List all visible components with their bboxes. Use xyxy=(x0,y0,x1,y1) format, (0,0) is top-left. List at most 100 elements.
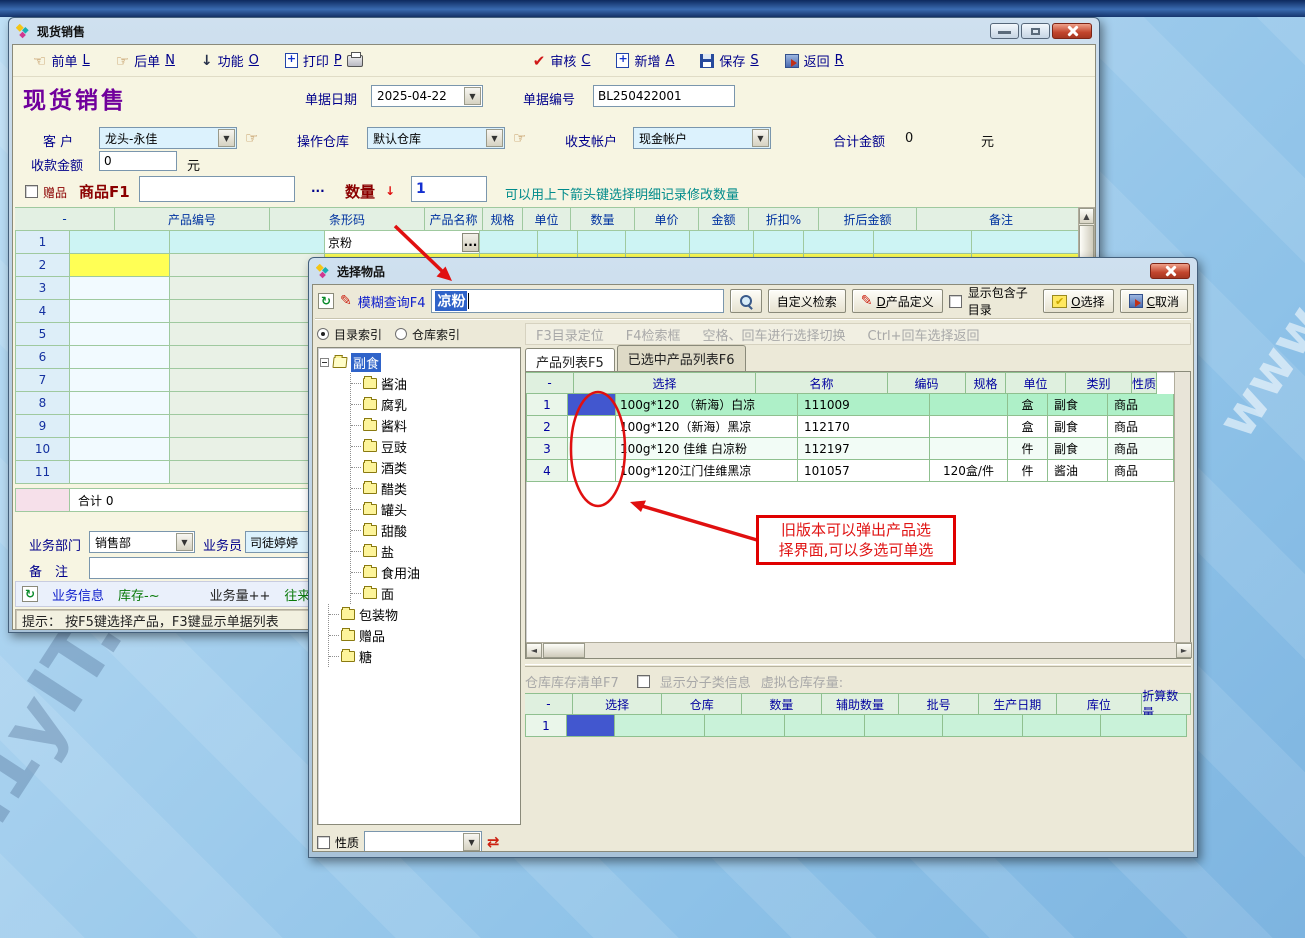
product-list-vscrollbar[interactable] xyxy=(1174,372,1190,642)
column-header: 备注 xyxy=(917,207,1086,231)
scroll-right-icon[interactable]: ► xyxy=(1176,643,1192,658)
tab-selected-list[interactable]: 已选中产品列表F6 xyxy=(617,345,746,371)
tree-item[interactable]: 酒类 xyxy=(351,457,518,478)
quantity-label: 数量 xyxy=(345,181,375,202)
close-button[interactable] xyxy=(1052,23,1092,39)
save-button[interactable]: 保存S xyxy=(700,51,758,70)
dropdown-icon[interactable]: ▼ xyxy=(218,129,235,147)
account-combobox[interactable]: 现金帐户 ▼ xyxy=(633,127,771,149)
column-header: 折算数量 xyxy=(1142,693,1191,715)
next-doc-button[interactable]: ☞ 后单N xyxy=(116,51,175,70)
app-icon xyxy=(16,24,31,39)
tree-item[interactable]: 赠品 xyxy=(329,625,518,646)
refresh-icon[interactable]: ↻ xyxy=(318,293,334,309)
property-combobox[interactable]: ▼ xyxy=(364,831,482,852)
tab-product-list[interactable]: 产品列表F5 xyxy=(525,348,615,372)
minimize-button[interactable] xyxy=(990,23,1019,39)
audit-button[interactable]: ✔ 审核C xyxy=(533,51,591,70)
stock-link[interactable]: 库存-~ xyxy=(118,585,160,604)
received-amount-field[interactable]: 0 xyxy=(99,151,177,171)
customer-pointer-icon[interactable]: ☞ xyxy=(245,129,258,147)
cancel-button[interactable]: C取消 xyxy=(1120,289,1188,313)
select-cell[interactable] xyxy=(567,715,615,737)
dialog-titlebar[interactable]: 选择物品 xyxy=(312,258,1194,284)
detail-row-1[interactable]: 1 京粉 ... xyxy=(15,231,1087,254)
maximize-button[interactable] xyxy=(1021,23,1050,39)
swap-icon[interactable]: ⇄ xyxy=(487,833,500,851)
product-input[interactable] xyxy=(139,176,295,202)
product-row-4[interactable]: 4 100g*120江门佳维黑凉 101057 120盒/件 件 酱油 商品 xyxy=(526,460,1190,482)
select-cell[interactable] xyxy=(568,416,616,438)
column-header: 数量 xyxy=(571,207,635,231)
dept-combobox[interactable]: 销售部 ▼ xyxy=(89,531,195,553)
search-magnifier-button[interactable] xyxy=(730,289,762,313)
return-button[interactable]: 返回R xyxy=(785,51,844,70)
product-ellipsis-button[interactable]: ... xyxy=(311,181,325,195)
scroll-up-icon[interactable]: ▲ xyxy=(1079,208,1094,224)
quantity-input[interactable]: 1 xyxy=(411,176,487,202)
gift-checkbox[interactable] xyxy=(25,185,38,198)
select-button[interactable]: ✔ O选择 xyxy=(1043,289,1113,313)
column-header: - xyxy=(525,693,573,715)
tree-item[interactable]: 面 xyxy=(351,583,518,604)
fuzzy-search-input[interactable]: 凉粉 xyxy=(431,289,723,313)
product-define-button[interactable]: ✎ D产品定义 xyxy=(852,289,943,313)
dropdown-icon[interactable]: ▼ xyxy=(752,129,769,147)
tree-item[interactable]: 醋类 xyxy=(351,478,518,499)
warehouse-pointer-icon[interactable]: ☞ xyxy=(513,129,526,147)
main-titlebar[interactable]: 现货销售 xyxy=(12,18,1096,44)
show-subclass-checkbox[interactable] xyxy=(637,675,650,688)
stock-row-1[interactable]: 1 xyxy=(525,715,1191,737)
note-label: 备 注 xyxy=(29,561,68,580)
dir-index-radio[interactable] xyxy=(317,328,329,340)
scroll-left-icon[interactable]: ◄ xyxy=(526,643,542,658)
property-checkbox[interactable] xyxy=(317,836,330,849)
tree-root-item[interactable]: 副食 xyxy=(320,352,518,373)
tree-item[interactable]: 甜酸 xyxy=(351,520,518,541)
dropdown-icon[interactable]: ▼ xyxy=(464,87,481,105)
product-list-hscrollbar[interactable]: ◄ ► xyxy=(526,642,1192,658)
tree-item[interactable]: 罐头 xyxy=(351,499,518,520)
product-row-2[interactable]: 2 100g*120（新海）黑凉 112170 盒 副食 商品 xyxy=(526,416,1190,438)
dropdown-icon[interactable]: ▼ xyxy=(176,533,193,551)
tree-root-label[interactable]: 副食 xyxy=(351,353,381,372)
customer-combobox[interactable]: 龙头-永佳 ▼ xyxy=(99,127,237,149)
product-row-1[interactable]: 1 100g*120 （新海）白凉 111009 盒 副食 商品 xyxy=(526,394,1190,416)
custom-search-button[interactable]: 自定义检索 xyxy=(768,289,846,313)
doc-number-field[interactable]: BL250422001 xyxy=(593,85,735,107)
refresh-icon[interactable]: ↻ xyxy=(22,586,38,602)
dialog-search-row: ↻ ✎ 模糊查询F4 凉粉 自定义检索 ✎ D产品定义 显示包含子目录 ✔ O选… xyxy=(315,287,1191,315)
tree-item[interactable]: 糖 xyxy=(329,646,518,667)
tree-item[interactable]: 酱油 xyxy=(351,373,518,394)
select-cell[interactable] xyxy=(568,394,616,416)
tree-item[interactable]: 酱料 xyxy=(351,415,518,436)
scrollbar-thumb[interactable] xyxy=(543,643,585,658)
printer-icon xyxy=(347,55,363,67)
tree-item[interactable]: 腐乳 xyxy=(351,394,518,415)
tree-item[interactable]: 盐 xyxy=(351,541,518,562)
select-cell[interactable] xyxy=(568,460,616,482)
tree-item[interactable]: 食用油 xyxy=(351,562,518,583)
add-new-button[interactable]: 新增A xyxy=(616,51,674,70)
cell-ellipsis-button[interactable]: ... xyxy=(462,233,479,252)
business-info-link[interactable]: 业务信息 xyxy=(52,585,104,604)
property-filter-row: 性质 ▼ ⇄ xyxy=(317,831,521,852)
tree-item[interactable]: 豆豉 xyxy=(351,436,518,457)
dropdown-icon[interactable]: ▼ xyxy=(463,833,480,851)
dialog-close-button[interactable] xyxy=(1150,263,1190,279)
dropdown-icon[interactable]: ▼ xyxy=(486,129,503,147)
print-button[interactable]: 打印P xyxy=(285,51,363,70)
tree-siblings: 包装物 赠品 糖 xyxy=(328,604,518,667)
collapse-icon[interactable] xyxy=(320,358,329,367)
tree-item[interactable]: 包装物 xyxy=(329,604,518,625)
function-button[interactable]: ↓ 功能O xyxy=(201,51,259,70)
include-subdir-checkbox[interactable] xyxy=(949,295,962,308)
volume-link[interactable]: 业务量++ xyxy=(210,585,271,604)
prev-doc-button[interactable]: ☜ 前单L xyxy=(33,51,90,70)
product-name-cell[interactable]: 京粉 xyxy=(328,234,460,251)
warehouse-combobox[interactable]: 默认仓库 ▼ xyxy=(367,127,505,149)
wh-index-radio[interactable] xyxy=(395,328,407,340)
product-row-3[interactable]: 3 100g*120 佳维 白凉粉 112197 件 副食 商品 xyxy=(526,438,1190,460)
select-cell[interactable] xyxy=(568,438,616,460)
date-combobox[interactable]: 2025-04-22 ▼ xyxy=(371,85,483,107)
